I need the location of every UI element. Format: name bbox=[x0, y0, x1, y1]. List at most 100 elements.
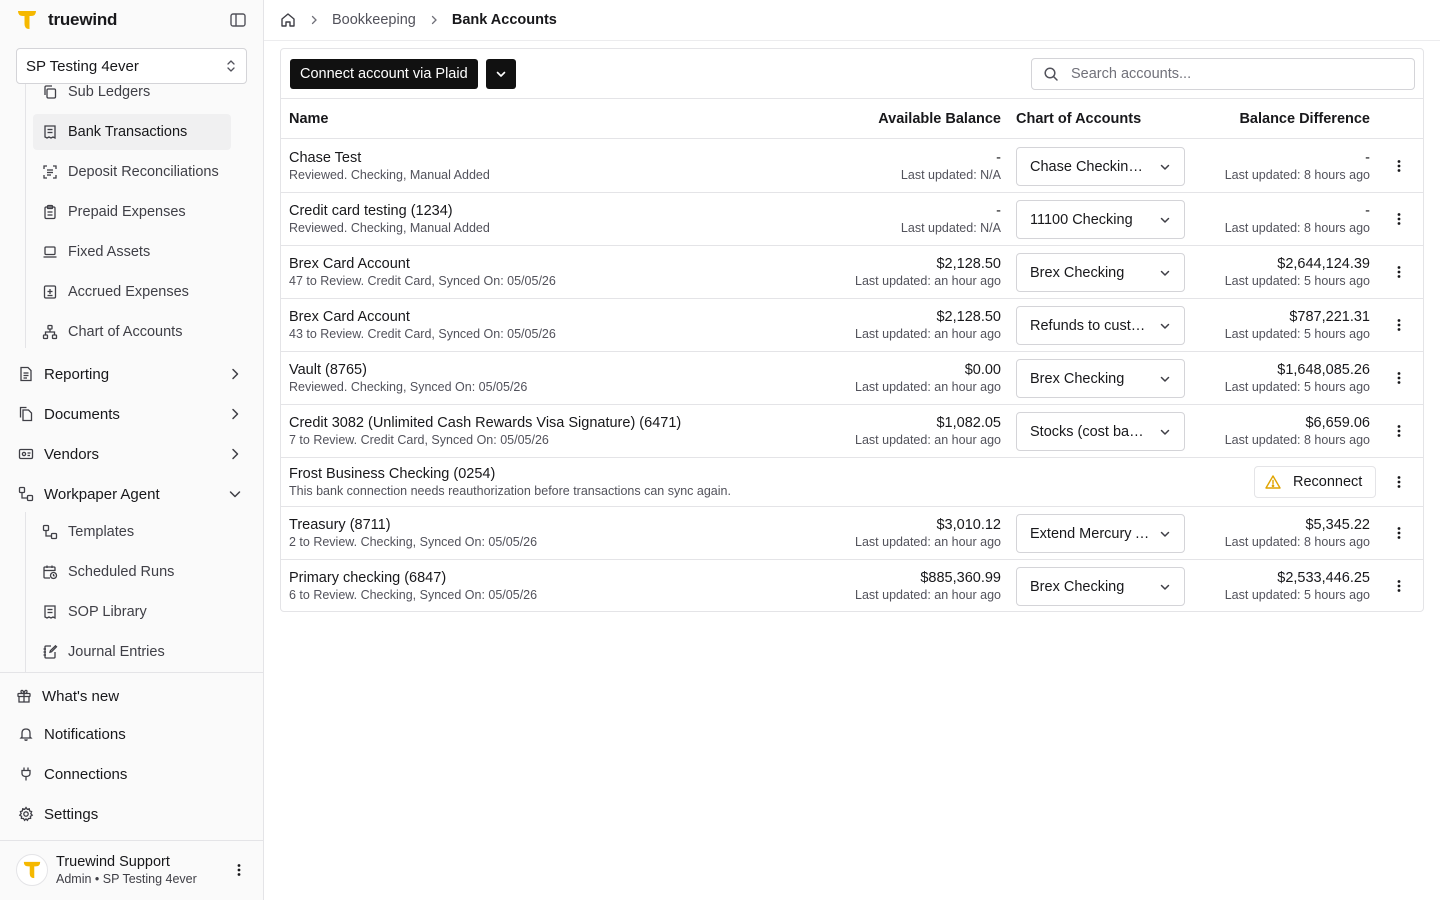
table-row[interactable]: Chase Test Reviewed. Checking, Manual Ad… bbox=[281, 140, 1423, 193]
sidebar-item-label: Connections bbox=[44, 765, 128, 783]
table-row[interactable]: Treasury (8711) 2 to Review. Checking, S… bbox=[281, 507, 1423, 560]
difference-updated: Last updated: 5 hours ago bbox=[1224, 327, 1370, 341]
org-selector[interactable]: SP Testing 4ever bbox=[16, 48, 247, 84]
truewind-logo bbox=[18, 11, 36, 29]
search-box[interactable] bbox=[1031, 58, 1415, 90]
sidebar-toggle-icon[interactable] bbox=[229, 11, 247, 29]
sidebar-item-vendors[interactable]: Vendors bbox=[16, 436, 247, 472]
sidebar-item-journal-entries[interactable]: Journal Entries bbox=[33, 634, 231, 670]
sidebar-divider bbox=[0, 672, 264, 673]
connect-plaid-button[interactable]: Connect account via Plaid bbox=[290, 59, 478, 89]
scan-text-icon bbox=[43, 165, 57, 179]
chevron-down-icon bbox=[1160, 429, 1170, 435]
sidebar-divider bbox=[0, 840, 264, 841]
available-balance: $2,128.50 bbox=[936, 309, 1001, 325]
table-row[interactable]: Credit card testing (1234) Reviewed. Che… bbox=[281, 193, 1423, 246]
account-name: Frost Business Checking (0254) bbox=[289, 466, 496, 482]
column-header-name[interactable]: Name bbox=[289, 111, 329, 127]
chevron-right-icon bbox=[431, 15, 437, 25]
available-balance: $0.00 bbox=[964, 362, 1001, 378]
more-vertical-icon[interactable] bbox=[1391, 211, 1407, 227]
balance-difference: $1,648,085.26 bbox=[1277, 362, 1370, 378]
sidebar-item-sop-library[interactable]: SOP Library bbox=[33, 594, 231, 630]
breadcrumb: Bookkeeping Bank Accounts bbox=[264, 0, 1440, 41]
coa-select[interactable]: Brex Checking bbox=[1016, 567, 1185, 606]
avatar bbox=[16, 854, 48, 886]
sidebar-item-documents[interactable]: Documents bbox=[16, 396, 247, 432]
reconnect-button[interactable]: Reconnect bbox=[1254, 466, 1376, 498]
balance-updated: Last updated: an hour ago bbox=[855, 535, 1001, 549]
balance-updated: Last updated: an hour ago bbox=[855, 433, 1001, 447]
column-header-available-balance[interactable]: Available Balance bbox=[878, 111, 1001, 127]
column-header-balance-difference[interactable]: Balance Difference bbox=[1239, 111, 1370, 127]
coa-select[interactable]: Brex Checking bbox=[1016, 359, 1185, 398]
coa-select[interactable]: Chase Checking (4501) bbox=[1016, 147, 1185, 186]
sidebar-item-chart-of-accounts[interactable]: Chart of Accounts bbox=[33, 314, 231, 350]
sidebar-item-sub-ledgers[interactable]: Sub Ledgers bbox=[33, 84, 231, 110]
balance-difference: $6,659.06 bbox=[1305, 415, 1370, 431]
sidebar-item-whats-new[interactable]: What's new bbox=[16, 678, 247, 714]
sidebar-item-label: Deposit Reconciliations bbox=[68, 164, 219, 180]
sidebar-item-label: Workpaper Agent bbox=[44, 485, 160, 503]
home-icon[interactable] bbox=[280, 12, 296, 28]
more-vertical-icon[interactable] bbox=[1391, 158, 1407, 174]
difference-updated: Last updated: 5 hours ago bbox=[1224, 588, 1370, 602]
more-vertical-icon[interactable] bbox=[1391, 264, 1407, 280]
coa-select[interactable]: 11100 Checking bbox=[1016, 200, 1185, 239]
search-input[interactable] bbox=[1071, 66, 1391, 82]
more-vertical-icon[interactable] bbox=[1391, 370, 1407, 386]
sidebar-nav[interactable]: Sub Ledgers Bank Transactions Deposit Re… bbox=[0, 84, 264, 672]
sidebar-item-reporting[interactable]: Reporting bbox=[16, 356, 247, 392]
coa-select-value: Stocks (cost basis) bbox=[1030, 423, 1150, 440]
more-vertical-icon[interactable] bbox=[1391, 423, 1407, 439]
sidebar-item-label: Notifications bbox=[44, 725, 126, 743]
chevron-down-icon bbox=[1160, 217, 1170, 223]
balance-updated: Last updated: N/A bbox=[900, 168, 1001, 182]
sidebar-item-deposit-reconciliations[interactable]: Deposit Reconciliations bbox=[33, 154, 231, 190]
user-name: Truewind Support bbox=[56, 854, 170, 870]
user-card[interactable]: Truewind Support Admin • SP Testing 4eve… bbox=[16, 850, 247, 890]
plug-icon bbox=[21, 767, 31, 781]
sidebar-item-bank-transactions[interactable]: Bank Transactions bbox=[33, 114, 231, 150]
difference-updated: Last updated: 8 hours ago bbox=[1224, 433, 1370, 447]
table-row[interactable]: Brex Card Account 47 to Review. Credit C… bbox=[281, 246, 1423, 299]
table-row[interactable]: Frost Business Checking (0254) This bank… bbox=[281, 458, 1423, 507]
sidebar-item-scheduled-runs[interactable]: Scheduled Runs bbox=[33, 554, 231, 590]
coa-select[interactable]: Refunds to customers bbox=[1016, 306, 1185, 345]
breadcrumb-bookkeeping[interactable]: Bookkeeping bbox=[332, 12, 416, 28]
sidebar-item-fixed-assets[interactable]: Fixed Assets bbox=[33, 234, 231, 270]
sidebar-item-templates[interactable]: Templates bbox=[33, 514, 231, 550]
gear-icon bbox=[18, 806, 34, 822]
sidebar-item-connections[interactable]: Connections bbox=[16, 756, 247, 792]
column-header-chart-of-accounts[interactable]: Chart of Accounts bbox=[1016, 111, 1141, 127]
table-row[interactable]: Primary checking (6847) 6 to Review. Che… bbox=[281, 560, 1423, 611]
table-row[interactable]: Brex Card Account 43 to Review. Credit C… bbox=[281, 299, 1423, 352]
coa-select[interactable]: Stocks (cost basis) bbox=[1016, 412, 1185, 451]
more-vertical-icon[interactable] bbox=[1391, 474, 1407, 490]
coa-select[interactable]: Brex Checking bbox=[1016, 253, 1185, 292]
coa-select[interactable]: Extend Mercury Account bbox=[1016, 514, 1185, 553]
more-vertical-icon[interactable] bbox=[1391, 525, 1407, 541]
sidebar-item-prepaid-expenses[interactable]: Prepaid Expenses bbox=[33, 194, 231, 230]
table-row[interactable]: Vault (8765) Reviewed. Checking, Synced … bbox=[281, 352, 1423, 405]
account-status: 47 to Review. Credit Card, Synced On: 05… bbox=[289, 274, 556, 288]
table-row[interactable]: Credit 3082 (Unlimited Cash Rewards Visa… bbox=[281, 405, 1423, 458]
sidebar-item-label: What's new bbox=[42, 687, 120, 705]
more-vertical-icon[interactable] bbox=[1391, 578, 1407, 594]
toolbar: Connect account via Plaid bbox=[281, 49, 1423, 99]
sidebar-item-workpaper-agent[interactable]: Workpaper Agent bbox=[16, 476, 247, 512]
more-vertical-icon[interactable] bbox=[1391, 317, 1407, 333]
sidebar-item-notifications[interactable]: Notifications bbox=[16, 716, 247, 752]
sidebar-item-label: Fixed Assets bbox=[68, 244, 151, 260]
connect-options-button[interactable] bbox=[486, 59, 516, 89]
truewind-logo bbox=[23, 861, 41, 879]
brand[interactable]: truewind bbox=[16, 8, 117, 32]
sidebar-item-label: Sub Ledgers bbox=[68, 84, 151, 100]
more-vertical-icon[interactable] bbox=[231, 862, 247, 878]
network-icon bbox=[42, 324, 58, 340]
balance-difference: $5,345.22 bbox=[1305, 517, 1370, 533]
sidebar-item-accrued-expenses[interactable]: Accrued Expenses bbox=[33, 274, 231, 310]
receipt-icon bbox=[44, 605, 56, 620]
workflow-icon bbox=[42, 524, 58, 540]
sidebar-item-settings[interactable]: Settings bbox=[16, 796, 247, 832]
